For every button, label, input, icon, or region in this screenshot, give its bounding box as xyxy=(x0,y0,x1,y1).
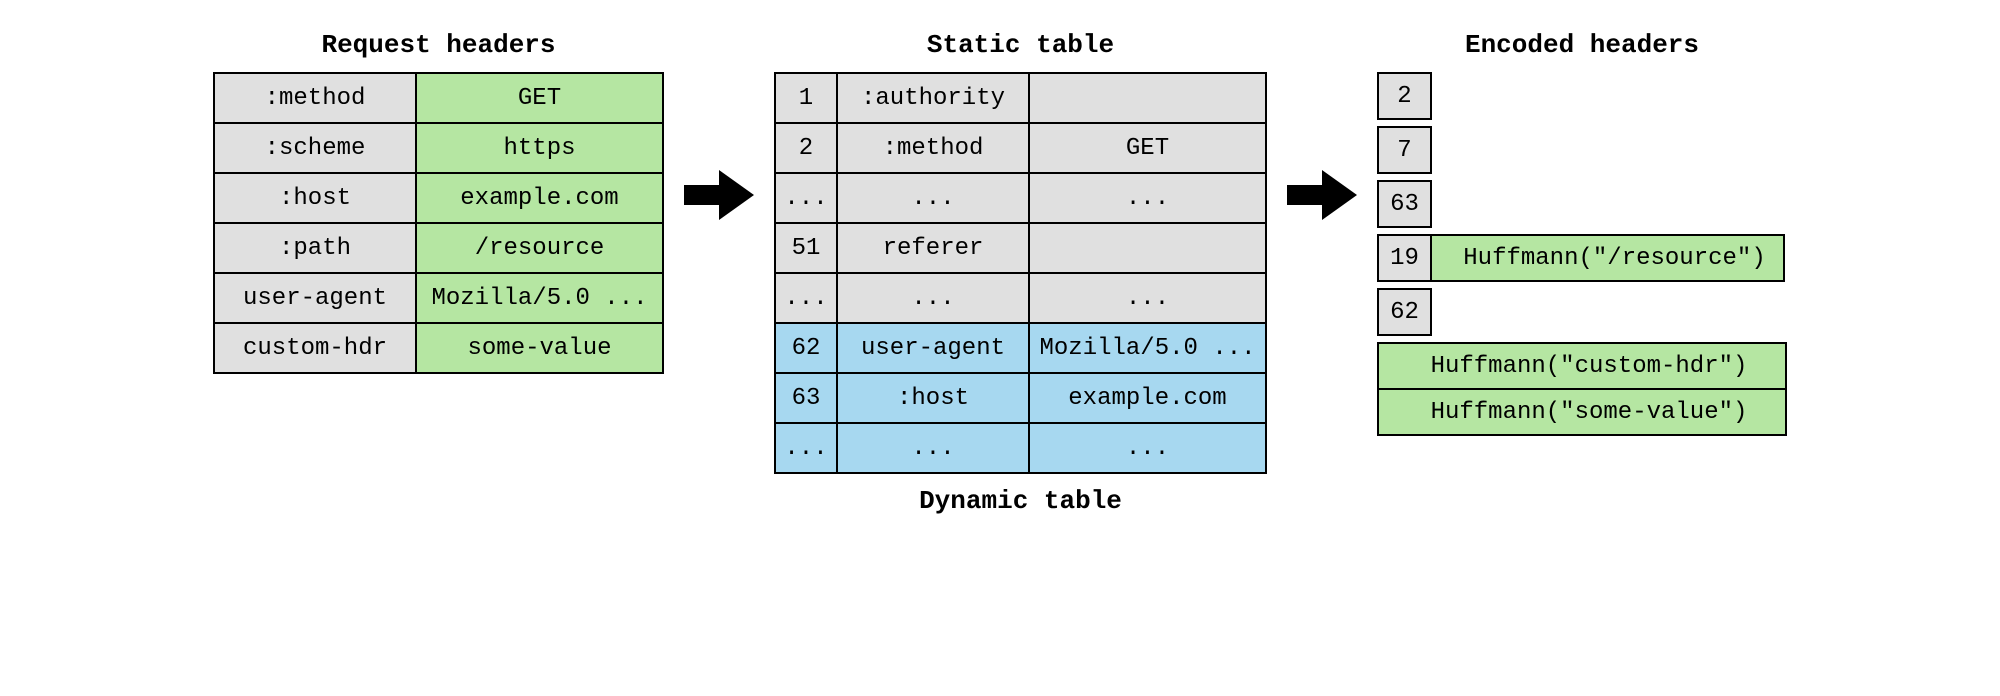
arrow-icon xyxy=(1287,30,1357,360)
header-name: :path xyxy=(215,224,415,272)
header-name: :scheme xyxy=(215,124,415,172)
encoded-line: 19 Huffmann("/resource") xyxy=(1377,234,1785,282)
header-value: Mozilla/5.0 ... xyxy=(417,274,662,322)
encoded-body: Huffmann("/resource") xyxy=(1430,234,1785,282)
row-index: 51 xyxy=(776,224,836,272)
encoded-line: 63 xyxy=(1377,180,1432,228)
row-index: 2 xyxy=(776,124,836,172)
row-value: ... xyxy=(1030,274,1265,322)
encoded-body: Huffmann("some-value") xyxy=(1377,388,1787,436)
row-value: ... xyxy=(1030,424,1265,472)
header-name: user-agent xyxy=(215,274,415,322)
request-headers-title: Request headers xyxy=(321,30,555,60)
table-row: ... ... ... xyxy=(776,274,1265,322)
static-table-title: Static table xyxy=(927,30,1114,60)
row-index: 1 xyxy=(776,74,836,122)
header-value: /resource xyxy=(417,224,662,272)
row-index: 63 xyxy=(776,374,836,422)
row-name: user-agent xyxy=(838,324,1028,372)
table-row: 63 :host example.com xyxy=(776,374,1265,422)
encoded-body: Huffmann("custom-hdr") xyxy=(1377,342,1787,390)
row-name: ... xyxy=(838,424,1028,472)
row-index: ... xyxy=(776,274,836,322)
header-value: example.com xyxy=(417,174,662,222)
table-row: :method GET xyxy=(215,74,662,122)
row-name: ... xyxy=(838,174,1028,222)
row-name: :method xyxy=(838,124,1028,172)
table-row: 51 referer xyxy=(776,224,1265,272)
lookup-table: 1 :authority 2 :method GET ... ... ... 5… xyxy=(774,72,1267,474)
table-row: user-agent Mozilla/5.0 ... xyxy=(215,274,662,322)
encoded-line: 2 xyxy=(1377,72,1432,120)
encoded-index: 63 xyxy=(1377,180,1432,228)
row-name: :host xyxy=(838,374,1028,422)
header-name: custom-hdr xyxy=(215,324,415,372)
request-headers-column: Request headers :method GET :scheme http… xyxy=(213,30,664,374)
encoded-line: 62 xyxy=(1377,288,1432,336)
table-row: 62 user-agent Mozilla/5.0 ... xyxy=(776,324,1265,372)
row-value: Mozilla/5.0 ... xyxy=(1030,324,1265,372)
encoded-line: 7 xyxy=(1377,126,1432,174)
encoded-line: Huffmann("some-value") xyxy=(1377,388,1787,436)
table-row: custom-hdr some-value xyxy=(215,324,662,372)
row-name: ... xyxy=(838,274,1028,322)
encoded-index: 62 xyxy=(1377,288,1432,336)
encoded-headers-column: Encoded headers 2 7 63 19 Huffmann("/res… xyxy=(1377,30,1787,442)
row-value xyxy=(1030,74,1265,122)
encoded-line: Huffmann("custom-hdr") xyxy=(1377,342,1787,390)
table-row: ... ... ... xyxy=(776,424,1265,472)
encoded-headers-title: Encoded headers xyxy=(1465,30,1699,60)
header-name: :method xyxy=(215,74,415,122)
row-index: ... xyxy=(776,174,836,222)
table-row: 2 :method GET xyxy=(776,124,1265,172)
row-name: referer xyxy=(838,224,1028,272)
row-name: :authority xyxy=(838,74,1028,122)
request-headers-table: :method GET :scheme https :host example.… xyxy=(213,72,664,374)
encoded-index: 19 xyxy=(1377,234,1432,282)
encoded-index: 7 xyxy=(1377,126,1432,174)
table-row: ... ... ... xyxy=(776,174,1265,222)
table-row: 1 :authority xyxy=(776,74,1265,122)
table-row: :path /resource xyxy=(215,224,662,272)
header-value: GET xyxy=(417,74,662,122)
row-index: 62 xyxy=(776,324,836,372)
encoded-index: 2 xyxy=(1377,72,1432,120)
encoded-stack: 2 7 63 19 Huffmann("/resource") 62 Huffm… xyxy=(1377,72,1787,442)
row-value xyxy=(1030,224,1265,272)
table-row: :host example.com xyxy=(215,174,662,222)
row-value: GET xyxy=(1030,124,1265,172)
header-value: some-value xyxy=(417,324,662,372)
header-name: :host xyxy=(215,174,415,222)
row-value: example.com xyxy=(1030,374,1265,422)
lookup-tables-column: Static table 1 :authority 2 :method GET … xyxy=(774,30,1267,516)
dynamic-table-title: Dynamic table xyxy=(919,486,1122,516)
row-value: ... xyxy=(1030,174,1265,222)
row-index: ... xyxy=(776,424,836,472)
table-row: :scheme https xyxy=(215,124,662,172)
header-value: https xyxy=(417,124,662,172)
arrow-icon xyxy=(684,30,754,360)
